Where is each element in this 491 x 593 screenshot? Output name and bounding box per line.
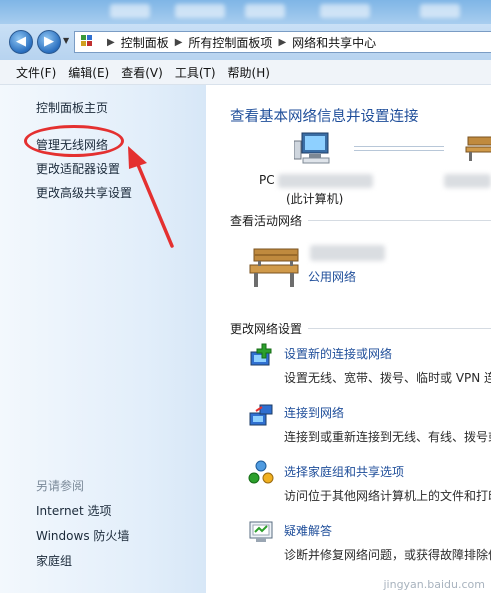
task-desc-connect-network: 连接到或重新连接到无线、有线、拨号或 V bbox=[284, 430, 491, 444]
connect-to-network-icon bbox=[249, 404, 273, 426]
task-link-troubleshoot[interactable]: 疑难解答 bbox=[284, 522, 332, 539]
task-link-new-connection[interactable]: 设置新的连接或网络 bbox=[284, 345, 392, 362]
section-divider bbox=[308, 220, 491, 221]
public-network-link[interactable]: 公用网络 bbox=[308, 268, 356, 285]
blurred-active-network-name bbox=[310, 245, 385, 261]
change-settings-header: 更改网络设置 bbox=[230, 322, 303, 336]
watermark: jingyan.baidu.com bbox=[383, 578, 485, 591]
public-network-bench-icon bbox=[249, 248, 299, 287]
troubleshoot-icon bbox=[249, 521, 273, 542]
active-networks-header: 查看活动网络 bbox=[230, 214, 303, 228]
task-desc-troubleshoot: 诊断并修复网络问题，或获得故障排除信 bbox=[284, 548, 491, 562]
connection-line bbox=[354, 146, 444, 147]
new-connection-icon bbox=[250, 343, 272, 366]
task-link-homegroup[interactable]: 选择家庭组和共享选项 bbox=[284, 463, 404, 480]
computer-caption: (此计算机) bbox=[286, 192, 344, 206]
section-divider bbox=[308, 328, 491, 329]
computer-name: PC bbox=[259, 173, 275, 187]
blurred-network-name bbox=[444, 174, 491, 188]
connection-line bbox=[354, 150, 444, 151]
task-link-connect-network[interactable]: 连接到网络 bbox=[284, 404, 344, 421]
page-title: 查看基本网络信息并设置连接 bbox=[230, 109, 419, 125]
task-desc-new-connection: 设置无线、宽带、拨号、临时或 VPN 连 bbox=[284, 371, 491, 385]
task-desc-homegroup: 访问位于其他网络计算机上的文件和打印 bbox=[284, 489, 491, 503]
blurred-computer-name bbox=[278, 174, 373, 188]
main-content: 查看基本网络信息并设置连接 PC (此计算机) 查看活动网络 公用网络 更改网络… bbox=[206, 85, 491, 593]
network-bench-icon[interactable] bbox=[464, 133, 491, 163]
homegroup-icon bbox=[248, 460, 274, 484]
computer-icon[interactable] bbox=[294, 131, 334, 167]
